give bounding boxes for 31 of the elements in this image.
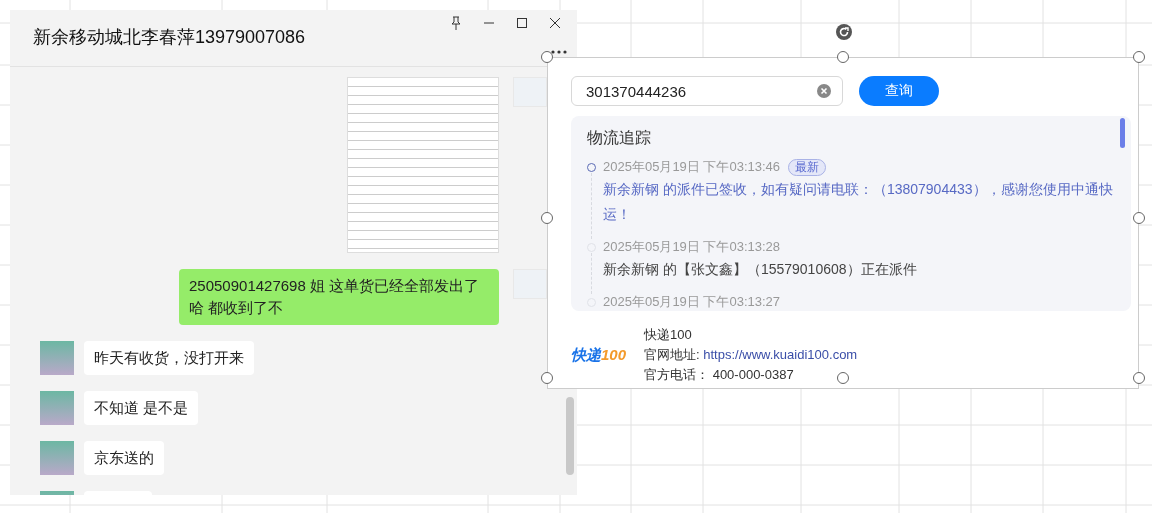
- event-time: 2025年05月19日 下午03:13:46: [603, 158, 781, 176]
- website-link[interactable]: https://www.kuaidi100.com: [703, 347, 858, 362]
- message-bubble: 25050901427698 姐 这单货已经全部发出了哈 都收到了不: [179, 269, 499, 325]
- clear-icon[interactable]: [817, 84, 831, 98]
- resize-handle[interactable]: [1133, 51, 1145, 63]
- event-time: 2025年05月19日 下午03:13:28: [603, 238, 781, 256]
- window-title: 新余移动城北李春萍13979007086: [33, 26, 306, 49]
- avatar-picture: [513, 269, 547, 299]
- website-label: 官网地址:: [644, 347, 700, 362]
- tracking-number-field[interactable]: 301370444236: [571, 76, 843, 106]
- event-text: 新余新钢 的【张文鑫】（15579010608）正在派件: [603, 260, 918, 279]
- message-bubble: 京东送的: [84, 441, 164, 475]
- company-name: 快递100: [644, 326, 693, 344]
- latest-badge: 最新: [788, 158, 827, 176]
- avatar-picture: [40, 391, 74, 425]
- avatar-picture: [513, 77, 547, 107]
- panel-title: 物流追踪: [587, 128, 652, 148]
- event-time: 2025年05月19日 下午03:13:27: [603, 293, 781, 311]
- logo: 快递100: [571, 345, 628, 365]
- rotate-icon[interactable]: [835, 23, 853, 41]
- avatar-picture: [40, 341, 74, 375]
- scrollbar[interactable]: [1120, 118, 1125, 148]
- avatar-picture: [40, 441, 74, 475]
- query-button[interactable]: 查询: [859, 76, 939, 106]
- message-bubble: 不知道 是不是: [84, 391, 199, 425]
- phone-label: 官方电话：: [644, 367, 710, 382]
- message-bubble: 昨天有收货，没打开来: [84, 341, 254, 375]
- resize-handle[interactable]: [837, 51, 849, 63]
- scrollbar[interactable]: [566, 397, 574, 475]
- phone-number: 400-000-0387: [712, 367, 794, 382]
- event-text: 新余新钢 的派件已签收，如有疑问请电联：（13807904433），感谢您使用中通快运！: [603, 180, 1114, 224]
